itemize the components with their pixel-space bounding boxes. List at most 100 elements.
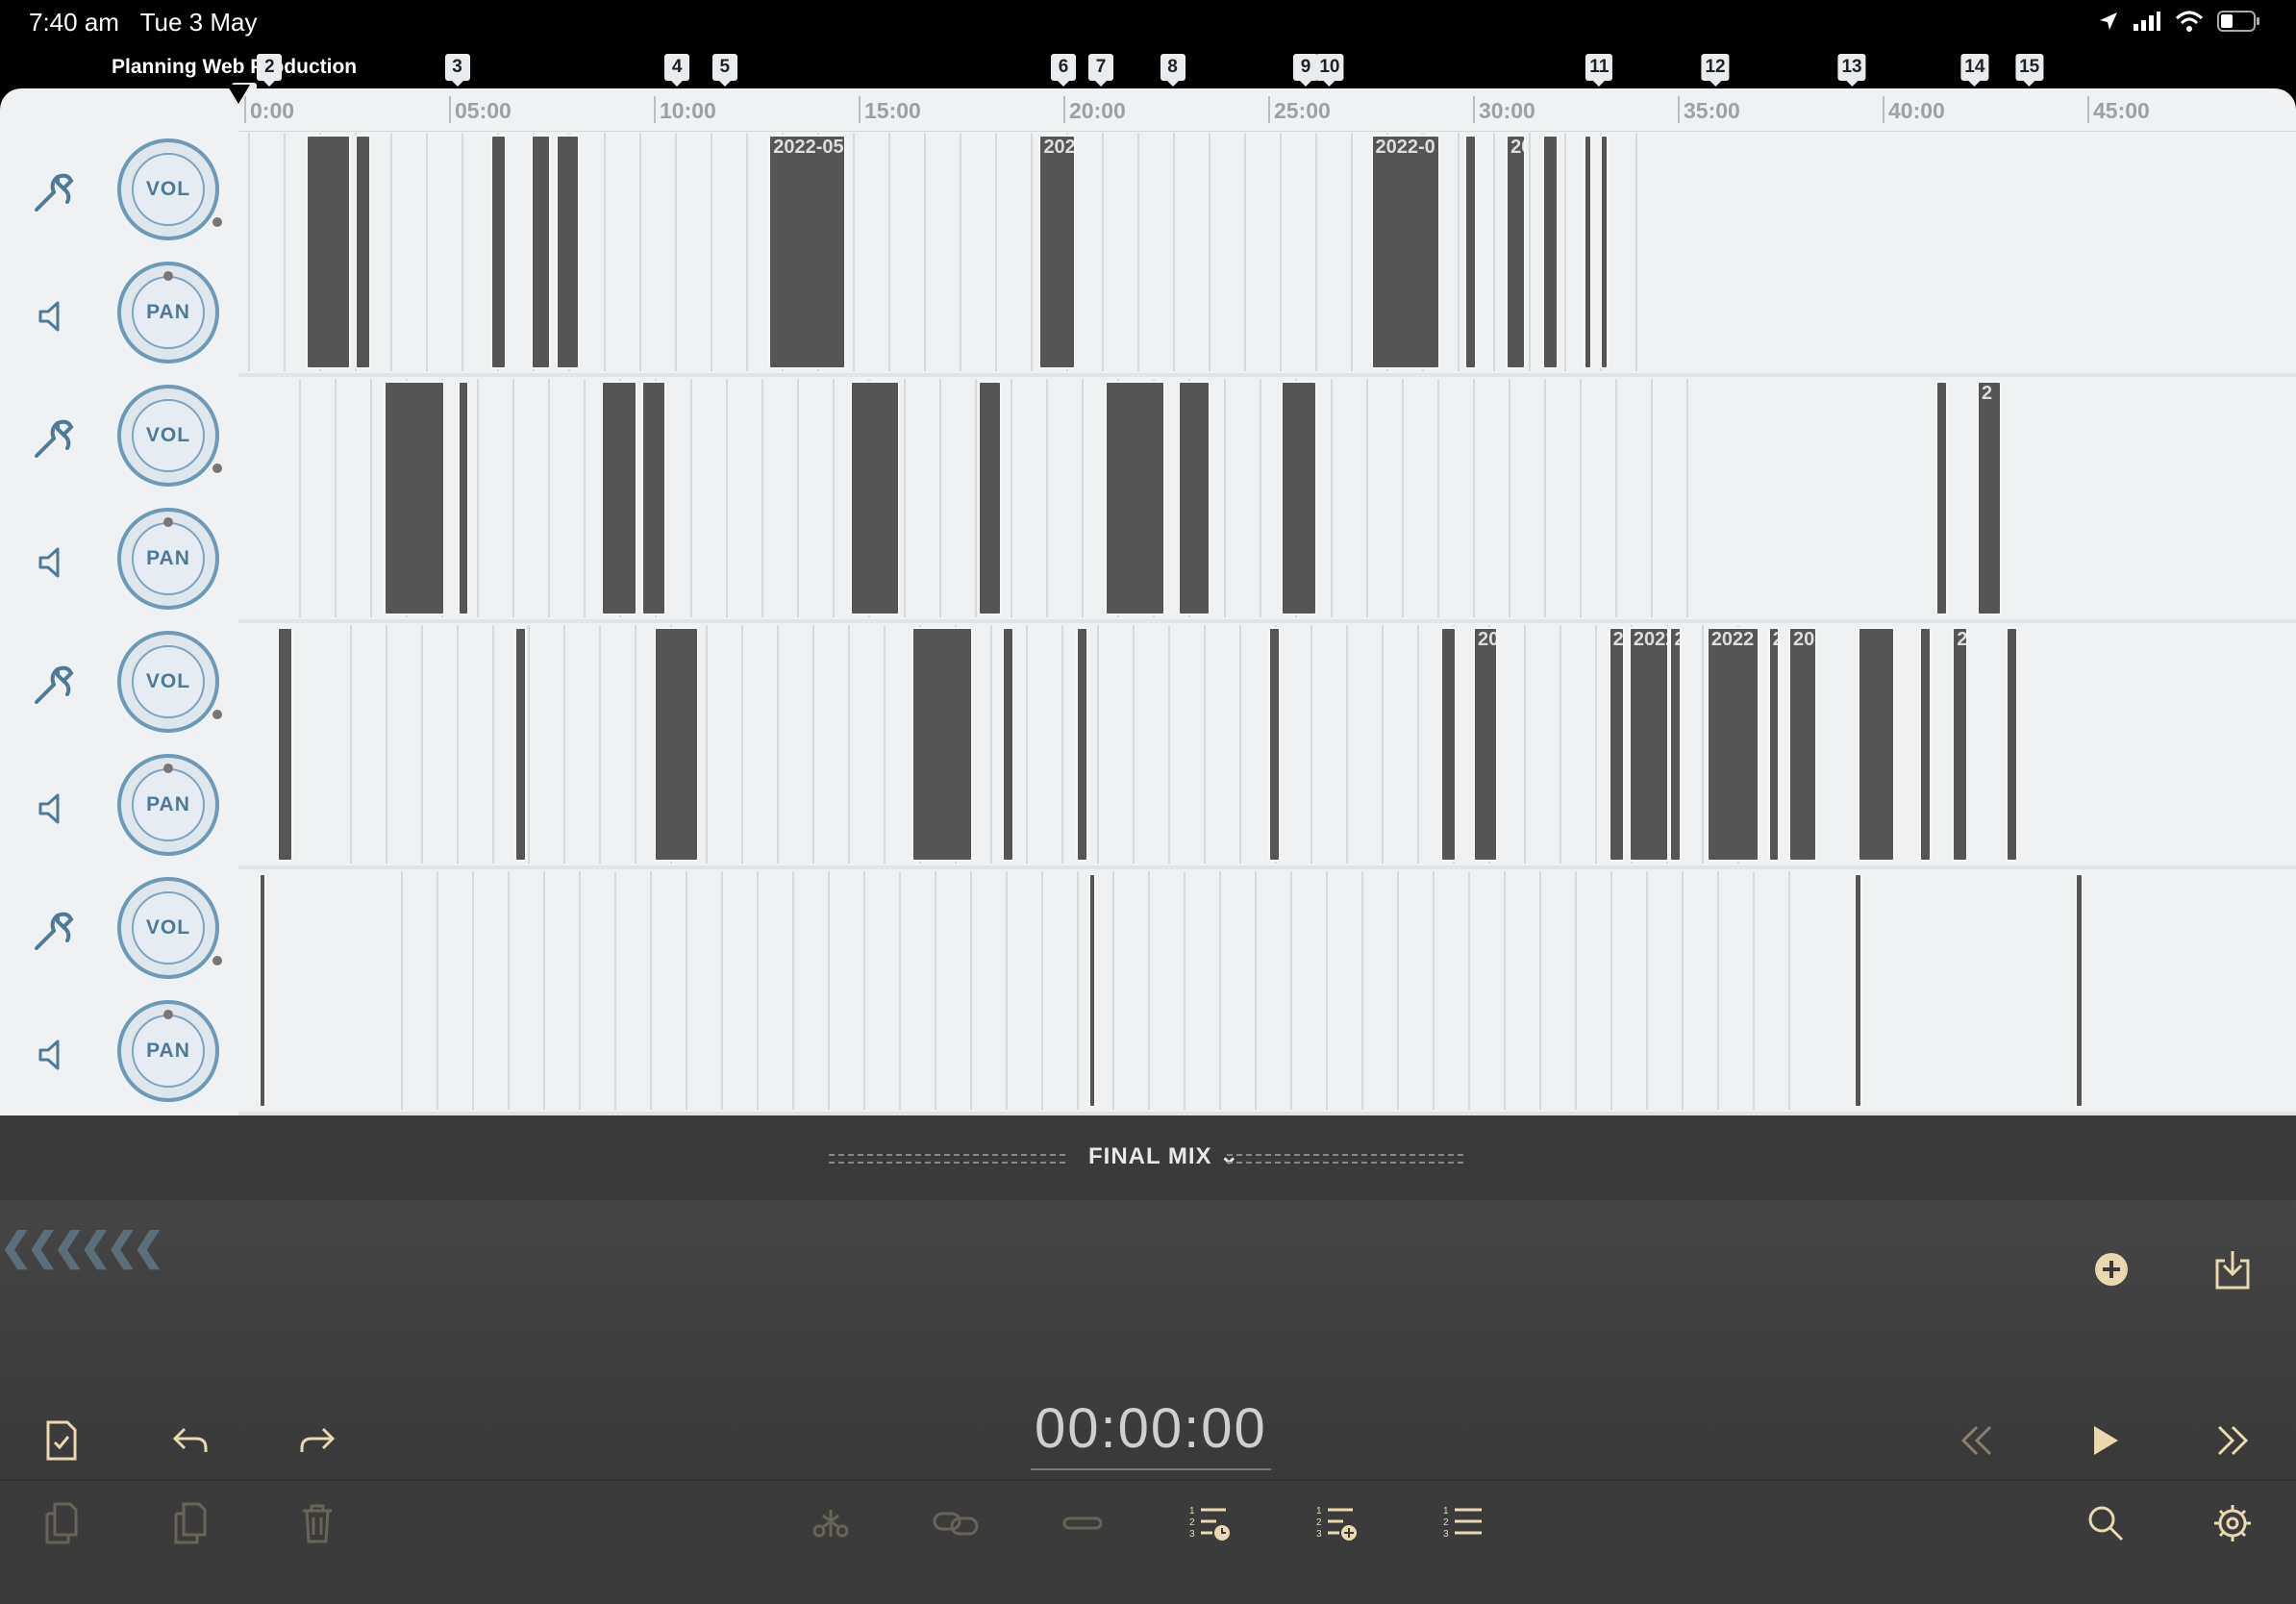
audio-clip[interactable] [600,381,637,615]
track-4-settings-wrench-icon[interactable] [29,908,77,956]
marker-5[interactable]: 5 [711,54,737,87]
marker-7[interactable]: 7 [1088,54,1114,87]
time-ruler[interactable]: 0:00 05:00 10:00 15:00 20:00 25:00 30:00 35:00 4… [238,88,2296,132]
delete-button[interactable] [292,1498,342,1548]
audio-clip[interactable]: 202 [1038,135,1076,369]
audio-clip[interactable] [489,135,507,369]
audio-clip[interactable] [1280,381,1318,615]
audio-clip[interactable]: 20 [1473,627,1498,862]
audio-clip[interactable] [1178,381,1211,615]
file-check-button[interactable] [37,1416,87,1466]
audio-clip[interactable] [383,381,445,615]
audio-clip[interactable] [277,627,294,862]
audio-clip[interactable] [1584,135,1592,369]
marker-6[interactable]: 6 [1051,54,1076,87]
audio-clip[interactable] [1935,381,1949,615]
play-button[interactable] [2081,1416,2131,1466]
audio-clip[interactable] [531,135,552,369]
audio-clip[interactable] [1464,135,1478,369]
link-button[interactable] [931,1498,981,1548]
audio-clip[interactable]: 2022-05 [768,135,847,369]
audio-clip[interactable] [1075,627,1088,862]
settings-button[interactable] [2208,1498,2258,1548]
track-1-pan-knob[interactable]: PAN [117,262,219,363]
marker-14[interactable]: 14 [1960,54,1989,87]
copy-button[interactable] [165,1498,215,1548]
audio-clip[interactable]: 20 [1506,135,1527,369]
audio-clip[interactable] [514,627,527,862]
audio-clip[interactable] [654,627,699,862]
marker-4[interactable]: 4 [664,54,690,87]
audio-clip[interactable]: 2022 [1706,627,1760,862]
unlink-button[interactable] [1058,1498,1108,1548]
track-3-pan-knob[interactable]: PAN [117,754,219,856]
list-time-button[interactable]: 123 [1185,1498,1235,1548]
audio-clip[interactable] [641,381,666,615]
bus-selector[interactable]: FINAL MIX ⌄ [1088,1142,1239,1170]
audio-clip[interactable] [1858,627,1895,862]
audio-clip[interactable] [1104,381,1166,615]
marker-bar[interactable]: Planning Web Production 1234567891011121… [0,46,2296,115]
import-button[interactable] [2208,1244,2258,1294]
audio-clip[interactable] [911,627,974,862]
timeline[interactable]: 0:00 05:00 10:00 15:00 20:00 25:00 30:00 35:00 4… [0,88,2296,1115]
fast-forward-button[interactable] [2208,1416,2258,1466]
audio-clip[interactable] [555,135,581,369]
audio-clip[interactable] [2075,873,2084,1108]
audio-clip[interactable] [1919,627,1933,862]
playhead[interactable] [227,85,250,104]
cut-file-button[interactable] [37,1498,87,1548]
list-add-button[interactable]: 123 [1311,1498,1361,1548]
track-2-speaker-icon[interactable] [29,539,77,587]
audio-clip[interactable] [2005,627,2018,862]
collapse-chevrons-icon[interactable]: ❮❮❮❮❮❮ [0,1225,164,1269]
undo-button[interactable] [165,1416,215,1466]
audio-clip[interactable]: 2022-0 [1370,135,1440,369]
marker-12[interactable]: 12 [1701,54,1730,87]
track-lane-2[interactable]: 2 [238,377,2296,623]
marker-10[interactable]: 10 [1315,54,1344,87]
audio-clip[interactable]: 2 [1976,381,2002,615]
audio-clip[interactable]: 2022 [1628,627,1670,862]
audio-clip[interactable] [258,873,267,1108]
audio-clip[interactable]: 2 [1952,627,1969,862]
redo-button[interactable] [292,1416,342,1466]
track-2-settings-wrench-icon[interactable] [29,415,77,464]
audio-clip[interactable] [1542,135,1560,369]
marker-2[interactable]: 2 [257,54,283,87]
audio-clip[interactable]: 2 [1767,627,1781,862]
marker-3[interactable]: 3 [444,54,470,87]
track-lane-3[interactable]: 2022022220222202 [238,623,2296,869]
bus-header[interactable]: FINAL MIX ⌄ [0,1115,2296,1201]
split-button[interactable] [806,1498,856,1548]
track-3-vol-knob[interactable]: VOL [117,631,222,733]
audio-clip[interactable] [1854,873,1862,1108]
track-lanes[interactable]: 2022-052022022-02022022022220222202 [238,131,2296,1115]
timecode-display[interactable]: 00:00:00 [1031,1396,1271,1470]
add-button[interactable] [2086,1244,2136,1294]
marker-15[interactable]: 15 [2015,54,2044,87]
audio-clip[interactable] [977,381,1003,615]
track-2-pan-knob[interactable]: PAN [117,508,219,610]
audio-clip[interactable] [1002,627,1014,862]
audio-clip[interactable] [1439,627,1457,862]
audio-clip[interactable] [1268,627,1281,862]
audio-clip[interactable] [355,135,372,369]
list-button[interactable]: 123 [1438,1498,1488,1548]
track-1-vol-knob[interactable]: VOL [117,138,222,240]
audio-clip[interactable]: 2 [1669,627,1683,862]
search-button[interactable] [2081,1498,2131,1548]
rewind-button[interactable] [1952,1416,2002,1466]
track-3-speaker-icon[interactable] [29,785,77,833]
track-1-settings-wrench-icon[interactable] [29,169,77,217]
audio-clip[interactable] [850,381,900,615]
marker-9[interactable]: 9 [1293,54,1319,87]
marker-8[interactable]: 8 [1160,54,1185,87]
track-4-pan-knob[interactable]: PAN [117,1000,219,1102]
track-lane-1[interactable]: 2022-05 202 2022-0 20 [238,131,2296,377]
track-2-vol-knob[interactable]: VOL [117,385,222,487]
audio-clip[interactable]: 2 [1608,627,1625,862]
audio-clip[interactable] [305,135,351,369]
audio-clip[interactable]: 20 [1788,627,1817,862]
audio-clip[interactable] [1600,135,1609,369]
